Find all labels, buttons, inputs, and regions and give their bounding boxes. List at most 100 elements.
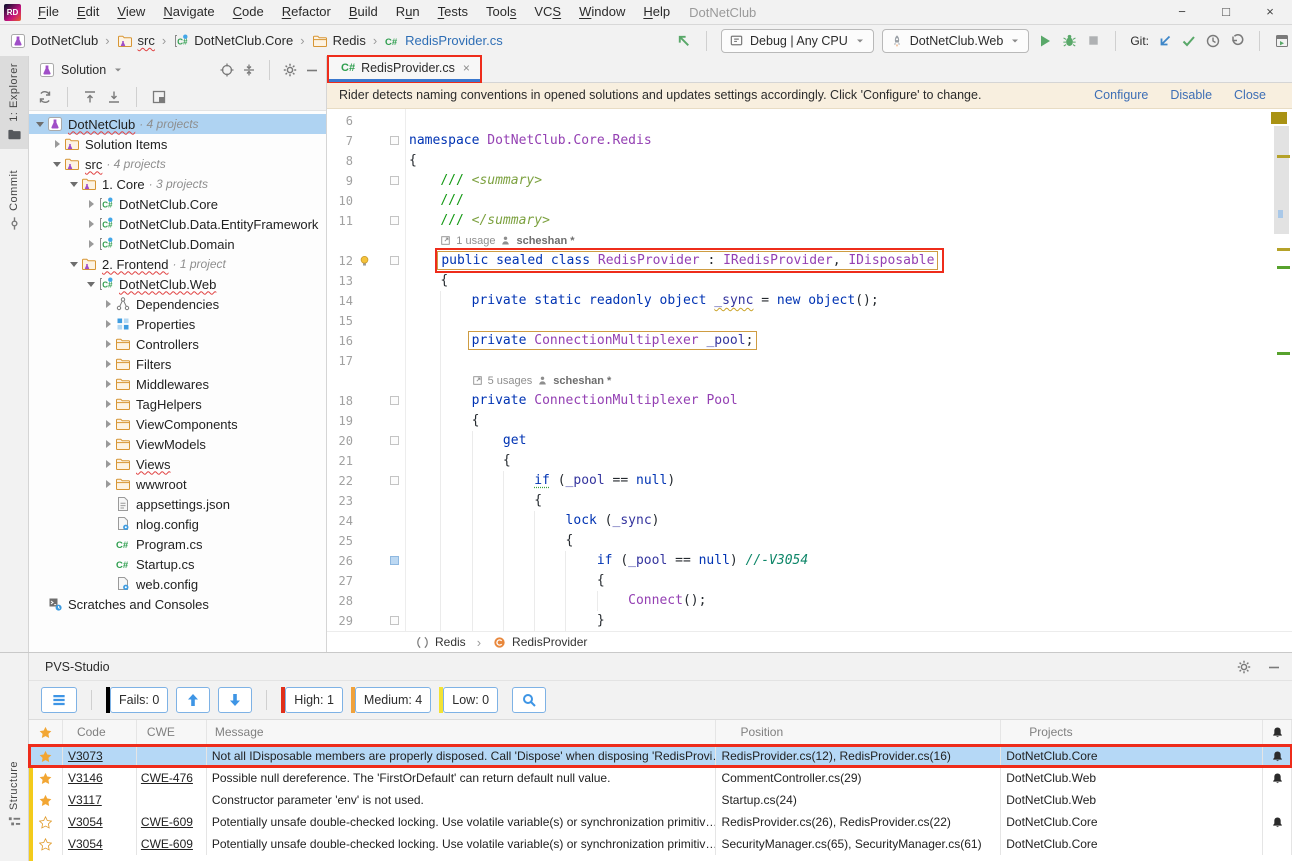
tree-item-viewmodels[interactable]: ViewModels [29, 434, 326, 454]
line-number[interactable]: 27 [327, 571, 353, 591]
line-number[interactable]: 19 [327, 411, 353, 431]
line-number[interactable]: 28 [327, 591, 353, 611]
tree-item-nlog-config[interactable]: nlog.config [29, 514, 326, 534]
code-line-6[interactable]: 6 [327, 111, 1292, 131]
fold-marker[interactable] [390, 256, 399, 265]
line-number[interactable]: 11 [327, 211, 353, 231]
chevron-down-icon[interactable] [67, 177, 81, 191]
fold-marker[interactable] [390, 476, 399, 485]
line-number[interactable]: 16 [327, 331, 353, 351]
chevron-right-icon[interactable] [84, 237, 98, 251]
fold-marker-highlighted[interactable] [390, 556, 399, 565]
pvs-menu-button[interactable] [41, 687, 77, 713]
chevron-right-icon[interactable] [101, 297, 115, 311]
minimize-button[interactable]: − [1160, 0, 1204, 24]
previous-issue-button[interactable] [176, 687, 210, 713]
search-button[interactable] [512, 687, 546, 713]
usages-hint[interactable]: 5 usages [488, 371, 533, 391]
show-preview-button[interactable] [151, 89, 167, 105]
maximize-button[interactable]: □ [1204, 0, 1248, 24]
breadcrumb-redisprovider-cs[interactable]: C#RedisProvider.cs [382, 33, 505, 49]
line-number[interactable]: 26 [327, 551, 353, 571]
tree-item-views[interactable]: Views [29, 454, 326, 474]
fold-marker[interactable] [390, 616, 399, 625]
tree-item-scratches-and-consoles[interactable]: Scratches and Consoles [29, 594, 326, 614]
line-number[interactable]: 25 [327, 531, 353, 551]
git-commit-button[interactable] [1181, 33, 1197, 49]
tree-item-solution-items[interactable]: Solution Items [29, 134, 326, 154]
tree-item-filters[interactable]: Filters [29, 354, 326, 374]
bell-icon[interactable] [1271, 816, 1284, 829]
breadcrumb-dotnetclub[interactable]: DotNetClub [8, 33, 100, 49]
green-back-arrow-icon[interactable] [675, 32, 692, 49]
chevron-right-icon[interactable] [101, 337, 115, 351]
tree-item-web-config[interactable]: web.config [29, 574, 326, 594]
run-button[interactable] [1037, 33, 1053, 49]
run-configuration-select[interactable]: Debug | Any CPU [721, 29, 874, 53]
close-button[interactable]: × [1248, 0, 1292, 24]
line-number[interactable]: 21 [327, 451, 353, 471]
chevron-right-icon[interactable] [84, 217, 98, 231]
star-filled-icon[interactable] [39, 772, 52, 785]
code-line-7[interactable]: 7namespace DotNetClub.Core.Redis [327, 131, 1292, 151]
code-editor[interactable]: 67namespace DotNetClub.Core.Redis8{9 ///… [327, 109, 1292, 631]
tree-item-properties[interactable]: Properties [29, 314, 326, 334]
code-line-22[interactable]: 22 if (_pool == null) [327, 471, 1292, 491]
cwe-link[interactable]: CWE-609 [141, 837, 193, 851]
tool-window-tab-commit[interactable]: Commit [0, 163, 28, 238]
stop-button[interactable] [1086, 33, 1101, 48]
breadcrumb-src[interactable]: src [115, 33, 157, 49]
chevron-down-icon[interactable] [67, 257, 81, 271]
tree-item-startup-cs[interactable]: C#Startup.cs [29, 554, 326, 574]
code-line-12[interactable]: 12 public sealed class RedisProvider : I… [327, 251, 1292, 271]
line-number[interactable]: 8 [327, 151, 353, 171]
chevron-right-icon[interactable] [101, 477, 115, 491]
locate-file-button[interactable] [219, 62, 235, 78]
code-line-25[interactable]: 25 { [327, 531, 1292, 551]
rollback-button[interactable] [1229, 33, 1245, 49]
menu-tools[interactable]: Tools [477, 0, 525, 24]
line-number[interactable]: 7 [327, 131, 353, 151]
issue-code-link[interactable]: V3054 [68, 815, 103, 829]
code-line-9[interactable]: 9 /// <summary> [327, 171, 1292, 191]
line-number[interactable]: 9 [327, 171, 353, 191]
line-number[interactable]: 22 [327, 471, 353, 491]
bell-icon[interactable] [1271, 772, 1284, 785]
code-line-16[interactable]: 16 private ConnectionMultiplexer _pool; [327, 331, 1292, 351]
line-number[interactable]: 13 [327, 271, 353, 291]
gear-icon[interactable] [1236, 659, 1252, 675]
column-header-projects[interactable]: Projects [1029, 725, 1072, 739]
fold-marker[interactable] [390, 216, 399, 225]
chevron-right-icon[interactable] [101, 457, 115, 471]
chevron-right-icon[interactable] [50, 137, 64, 151]
line-number[interactable]: 20 [327, 431, 353, 451]
chevron-right-icon[interactable] [101, 377, 115, 391]
star-filled-icon[interactable] [39, 794, 52, 807]
tree-item-src[interactable]: src· 4 projects [29, 154, 326, 174]
issue-code-link[interactable]: V3073 [68, 749, 103, 763]
next-issue-button[interactable] [218, 687, 252, 713]
issue-code-link[interactable]: V3054 [68, 837, 103, 851]
tree-item-dotnetclub-web[interactable]: C#DotNetClub.Web [29, 274, 326, 294]
breadcrumb-dotnetclub-core[interactable]: C#DotNetClub.Core [171, 33, 295, 49]
star-filled-icon[interactable] [39, 750, 52, 763]
intention-bulb-icon[interactable] [358, 254, 371, 268]
code-line-19[interactable]: 19 { [327, 411, 1292, 431]
issue-row-v3054[interactable]: V3054CWE-609Potentially unsafe double-ch… [29, 811, 1292, 833]
run-anything-button[interactable] [1274, 33, 1290, 49]
editor-breadcrumb-redis[interactable]: Redis [413, 635, 468, 650]
menu-view[interactable]: View [108, 0, 154, 24]
menu-tests[interactable]: Tests [429, 0, 477, 24]
menu-vcs[interactable]: VCS [525, 0, 570, 24]
line-number[interactable]: 6 [327, 111, 353, 131]
explorer-view-select[interactable]: Solution [61, 63, 106, 77]
fails-filter-button[interactable]: Fails: 0 [110, 687, 168, 713]
line-number[interactable]: 29 [327, 611, 353, 631]
menu-file[interactable]: File [29, 0, 68, 24]
menu-navigate[interactable]: Navigate [154, 0, 223, 24]
column-header-position[interactable]: Position [740, 725, 783, 739]
tree-item-middlewares[interactable]: Middlewares [29, 374, 326, 394]
code-line-17[interactable]: 17 [327, 351, 1292, 371]
code-line-15[interactable]: 15 [327, 311, 1292, 331]
menu-build[interactable]: Build [340, 0, 387, 24]
